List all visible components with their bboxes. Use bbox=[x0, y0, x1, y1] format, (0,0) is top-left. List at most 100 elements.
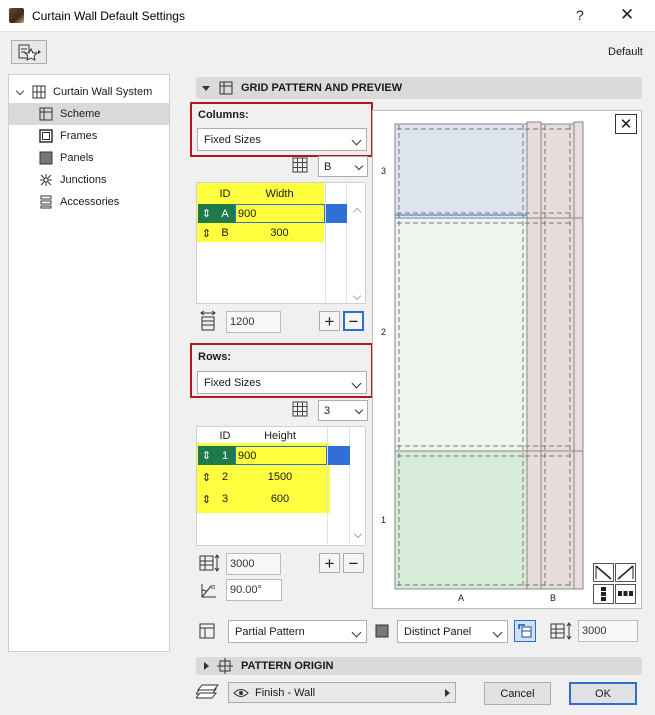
remove-row-button[interactable]: − bbox=[343, 553, 364, 573]
tree-item-panels[interactable]: Panels bbox=[9, 147, 94, 169]
mullion-right bbox=[573, 121, 584, 590]
chevron-down-icon[interactable] bbox=[15, 86, 25, 95]
tree-item-accessories[interactable]: Accessories bbox=[9, 191, 119, 213]
favorite-name-label: Default bbox=[608, 46, 643, 58]
layer-selector[interactable]: Finish - Wall bbox=[228, 682, 456, 703]
table-cell-id[interactable]: 3 bbox=[215, 489, 235, 509]
app-icon bbox=[9, 8, 24, 23]
column-pattern-icon bbox=[292, 157, 308, 173]
view-vertical-button[interactable] bbox=[593, 584, 614, 604]
remove-column-button[interactable]: − bbox=[343, 311, 364, 331]
favorites-button[interactable] bbox=[11, 40, 47, 64]
preview-col-label: A bbox=[458, 593, 465, 603]
column-header-id: ID bbox=[219, 188, 231, 200]
rows-mode-dropdown[interactable]: Fixed Sizes bbox=[197, 371, 367, 394]
tree-item-label: Accessories bbox=[60, 196, 120, 208]
row-reorder-handle[interactable]: ⇕ bbox=[198, 204, 215, 223]
chevron-down-icon bbox=[351, 627, 362, 638]
column-width-input[interactable]: 900 bbox=[235, 204, 325, 223]
pattern-icon bbox=[199, 623, 215, 639]
scheme-icon bbox=[39, 107, 53, 121]
selection-marker bbox=[326, 204, 347, 223]
close-button[interactable]: ✕ bbox=[620, 5, 634, 25]
angle-field[interactable]: 90.00° bbox=[226, 579, 282, 601]
wall-height-field[interactable]: 3000 bbox=[578, 620, 638, 642]
table-cell-width[interactable]: 300 bbox=[235, 224, 324, 242]
rows-label: Rows: bbox=[198, 351, 231, 363]
columns-mode-value: Fixed Sizes bbox=[204, 133, 261, 146]
scroll-up-icon[interactable] bbox=[352, 207, 362, 217]
chevron-down-icon bbox=[351, 135, 362, 146]
grid-pattern-icon bbox=[219, 81, 233, 95]
tree-item-label: Junctions bbox=[60, 174, 107, 186]
chevron-down-icon bbox=[354, 161, 364, 171]
tree-root-curtain-wall-system[interactable]: Curtain Wall System bbox=[13, 81, 152, 103]
table-cell-id[interactable]: A bbox=[215, 204, 235, 223]
column-pattern-dropdown[interactable]: B bbox=[318, 156, 368, 177]
help-button[interactable]: ? bbox=[576, 7, 584, 23]
preview-col-label: B bbox=[550, 593, 557, 603]
grid-preview: 3 2 1 A B ✕ bbox=[372, 110, 642, 609]
view-diagonal-right-button[interactable] bbox=[615, 563, 636, 582]
table-cell-height[interactable]: 600 bbox=[235, 489, 325, 509]
curtain-wall-icon bbox=[32, 85, 46, 99]
title-bar: Curtain Wall Default Settings ? ✕ bbox=[0, 0, 655, 32]
view-horizontal-button[interactable] bbox=[615, 584, 636, 604]
chevron-down-icon bbox=[354, 405, 364, 415]
accessories-icon bbox=[40, 195, 52, 209]
row-pattern-dropdown[interactable]: 3 bbox=[318, 400, 368, 421]
panel-a1 bbox=[394, 450, 528, 590]
pattern-origin-section-title: PATTERN ORIGIN bbox=[241, 660, 334, 672]
frames-icon bbox=[39, 129, 53, 143]
chevron-down-icon bbox=[202, 85, 210, 91]
row-reorder-handle[interactable]: ⇕ bbox=[198, 224, 215, 242]
view-diagonal-left-button[interactable] bbox=[593, 563, 614, 582]
row-reorder-handle[interactable]: ⇕ bbox=[198, 489, 215, 509]
add-column-button[interactable]: + bbox=[319, 311, 340, 331]
tree-item-scheme[interactable]: Scheme bbox=[9, 103, 169, 125]
panel-icon bbox=[375, 624, 389, 638]
selection-marker bbox=[328, 446, 350, 465]
row-header-height: Height bbox=[264, 430, 296, 442]
junctions-icon bbox=[40, 174, 52, 186]
pattern-mode-dropdown[interactable]: Partial Pattern bbox=[228, 620, 367, 643]
layer-name: Finish - Wall bbox=[255, 686, 316, 699]
ok-button[interactable]: OK bbox=[569, 682, 637, 705]
total-width-icon bbox=[200, 310, 216, 331]
grid-pattern-section-title: GRID PATTERN AND PREVIEW bbox=[241, 82, 403, 94]
rows-mode-value: Fixed Sizes bbox=[204, 376, 261, 389]
panel-a3 bbox=[394, 123, 528, 219]
table-cell-height[interactable]: 1500 bbox=[235, 467, 325, 487]
columns-table: ID Width ⇕ A 900 ⇕ B 300 bbox=[196, 182, 366, 304]
table-cell-id[interactable]: 1 bbox=[215, 446, 235, 465]
row-pattern-icon bbox=[292, 401, 308, 417]
table-cell-id[interactable]: 2 bbox=[215, 467, 235, 487]
cancel-button[interactable]: Cancel bbox=[484, 682, 551, 705]
tree-item-junctions[interactable]: Junctions bbox=[9, 169, 106, 191]
tree-item-frames[interactable]: Frames bbox=[9, 125, 97, 147]
favorites-icon bbox=[18, 44, 41, 61]
panel-mode-dropdown[interactable]: Distinct Panel bbox=[397, 620, 508, 643]
close-preview-button[interactable]: ✕ bbox=[615, 114, 637, 134]
pattern-mode-value: Partial Pattern bbox=[235, 625, 305, 638]
columns-total-field[interactable]: 1200 bbox=[226, 311, 281, 333]
row-reorder-handle[interactable]: ⇕ bbox=[198, 446, 215, 465]
rows-total-field[interactable]: 3000 bbox=[226, 553, 281, 575]
add-row-button[interactable]: + bbox=[319, 553, 340, 573]
panel-settings-button[interactable] bbox=[514, 620, 536, 642]
wall-height-icon bbox=[550, 622, 572, 640]
column-header-width: Width bbox=[265, 188, 294, 200]
grid-pattern-section-header[interactable]: GRID PATTERN AND PREVIEW bbox=[196, 77, 642, 99]
total-height-icon bbox=[199, 554, 220, 572]
columns-mode-dropdown[interactable]: Fixed Sizes bbox=[197, 128, 367, 151]
scroll-down-icon[interactable] bbox=[352, 291, 362, 301]
diagonal-left-icon bbox=[595, 565, 612, 580]
table-cell-id[interactable]: B bbox=[215, 224, 235, 242]
settings-tree: Curtain Wall System Scheme Frames Panels… bbox=[8, 74, 170, 652]
mullion-ab bbox=[526, 121, 542, 590]
row-height-input[interactable]: 900 bbox=[235, 446, 327, 465]
pattern-origin-section-header[interactable]: PATTERN ORIGIN bbox=[196, 657, 642, 675]
row-reorder-handle[interactable]: ⇕ bbox=[198, 467, 215, 487]
scroll-down-icon[interactable] bbox=[353, 529, 363, 539]
chevron-right-icon bbox=[445, 689, 450, 697]
